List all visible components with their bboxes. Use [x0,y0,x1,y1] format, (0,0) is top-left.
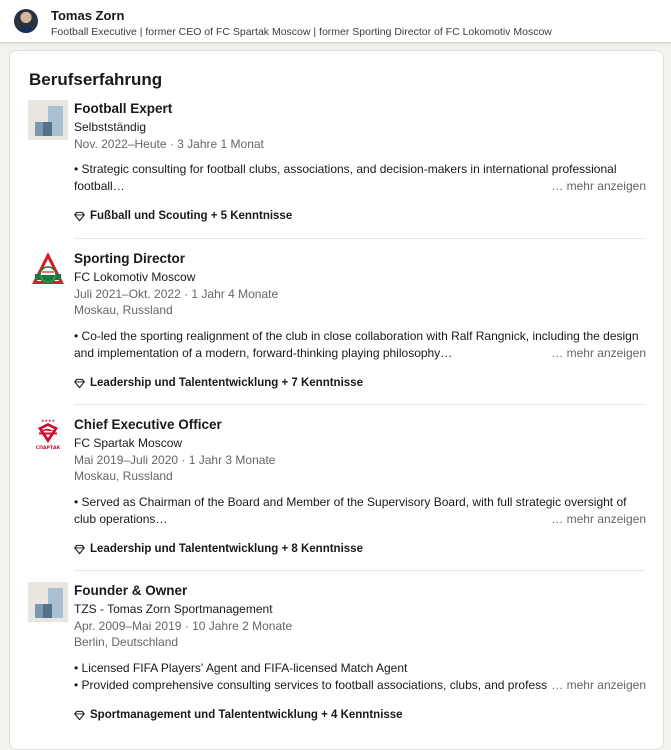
job-location: Moskau, Russland [74,469,173,483]
spartak-logo-icon[interactable]: ★★★★ СПАРТАК [28,416,68,456]
profile-name[interactable]: Tomas Zorn [51,8,124,23]
svg-text:СПАРТАК: СПАРТАК [36,445,61,451]
company-name: FC Lokomotiv Moscow [74,270,196,284]
job-description: • Served as Chairman of the Board and Me… [74,494,646,528]
job-title: Founder & Owner [74,583,188,598]
diamond-icon [74,378,85,388]
description-line: • Strategic consulting for football club… [74,162,617,176]
skills-link[interactable]: Leadership und Talententwicklung + 7 Ken… [74,377,363,389]
job-description: • Co-led the sporting realignment of the… [74,328,646,362]
job-dates: Juli 2021–Okt. 2022 · 1 Jahr 4 Monate [74,287,279,301]
show-more-link[interactable]: … mehr anzeigen [547,511,646,528]
divider [74,238,645,239]
company-name: TZS - Tomas Zorn Sportmanagement [74,602,273,616]
skills-label: Leadership und Talententwicklung + 8 Ken… [90,543,363,555]
divider [74,404,645,405]
skills-label: Fußball und Scouting + 5 Kenntnisse [90,210,293,222]
job-location: Berlin, Deutschland [74,635,179,649]
svg-text:★★★★: ★★★★ [41,418,56,423]
skills-link[interactable]: Fußball und Scouting + 5 Kenntnisse [74,210,292,222]
show-more-link[interactable]: … mehr anzeigen [547,178,646,195]
job-description: • Strategic consulting for football club… [74,161,646,195]
job-dates: Apr. 2009–Mai 2019 · 10 Jahre 2 Monate [74,619,293,633]
job-dates: Mai 2019–Juli 2020 · 1 Jahr 3 Monate [74,453,276,467]
job-dates: Nov. 2022–Heute · 3 Jahre 1 Monat [74,137,264,151]
avatar[interactable] [14,9,38,33]
skills-label: Sportmanagement und Talententwicklung + … [90,709,403,721]
profile-headline: Football Executive | former CEO of FC Sp… [51,26,552,38]
profile-top-bar: Tomas Zorn Football Executive | former C… [0,0,671,43]
description-line: • Co-led the sporting realignment of the… [74,329,639,343]
show-more-link[interactable]: … mehr anzeigen [547,677,646,694]
skills-label: Leadership und Talententwicklung + 7 Ken… [90,377,363,389]
placeholder-company-icon[interactable] [28,100,68,140]
job-title: Sporting Director [74,251,186,266]
company-name: FC Spartak Moscow [74,436,183,450]
job-location: Moskau, Russland [74,303,173,317]
diamond-icon [74,544,85,554]
section-title: Berufserfahrung [29,70,163,89]
job-description: • Licensed FIFA Players' Agent and FIFA-… [74,660,646,694]
job-title: Chief Executive Officer [74,417,222,432]
skills-link[interactable]: Sportmanagement und Talententwicklung + … [74,709,403,721]
divider [74,570,645,571]
show-more-link[interactable]: … mehr anzeigen [547,345,646,362]
description-line: • Licensed FIFA Players' Agent and FIFA-… [74,661,408,675]
job-title: Football Expert [74,101,173,116]
company-name: Selbstständig [74,120,147,134]
diamond-icon [74,211,85,221]
skills-link[interactable]: Leadership und Talententwicklung + 8 Ken… [74,543,363,555]
lokomotiv-logo-icon[interactable] [28,250,68,290]
description-line: • Served as Chairman of the Board and Me… [74,495,627,509]
diamond-icon [74,710,85,720]
experience-card: Berufserfahrung Football Expert Selbstst… [9,50,664,750]
placeholder-company-icon[interactable] [28,582,68,622]
